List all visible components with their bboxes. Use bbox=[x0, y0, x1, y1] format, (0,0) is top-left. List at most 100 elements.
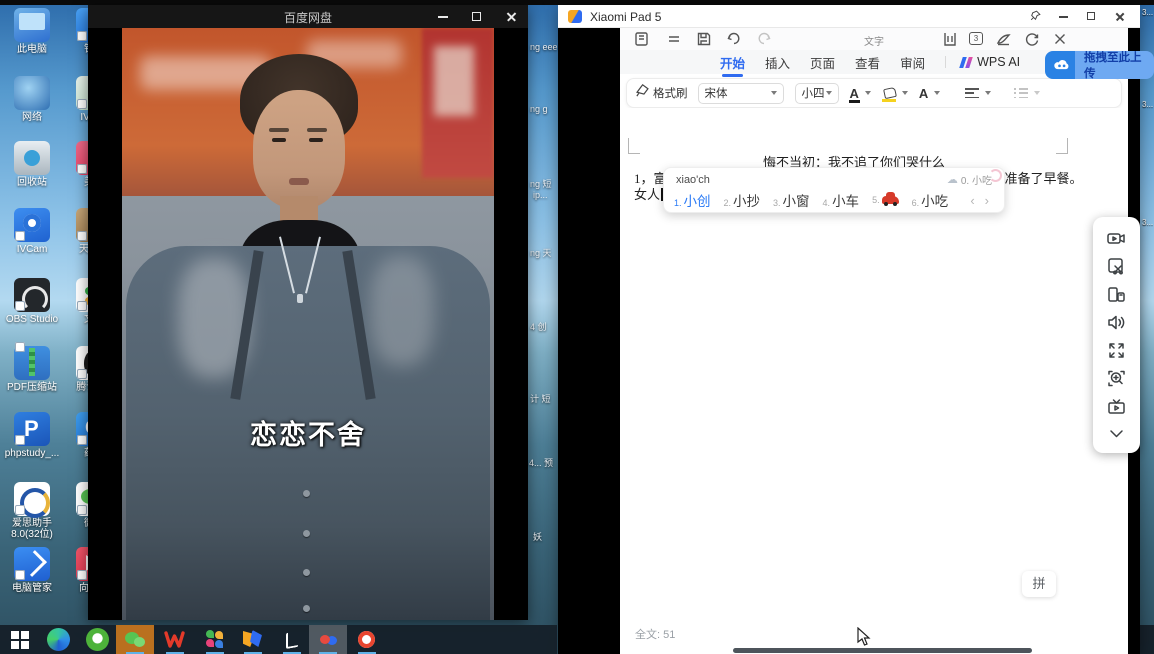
highlight-color-dropdown[interactable] bbox=[882, 88, 908, 99]
pad-title-bar[interactable]: Xiaomi Pad 5 bbox=[558, 5, 1140, 28]
char-effects-icon: A bbox=[919, 87, 928, 100]
xiaomi-pad-cast-window: Xiaomi Pad 5 文字 bbox=[558, 5, 1140, 654]
taskbar-edge-icon[interactable] bbox=[47, 628, 70, 651]
tab-home[interactable]: 开始 bbox=[720, 53, 745, 72]
format-toolbar: 格式刷 宋体 小四 A A bbox=[626, 78, 1122, 108]
char-effects-dropdown[interactable]: A bbox=[919, 87, 940, 100]
ime-prev-page-icon[interactable]: ‹ bbox=[965, 193, 979, 208]
ime-composition: xiao'ch bbox=[676, 174, 710, 186]
document-body-line[interactable]: 女人 bbox=[634, 184, 663, 203]
share-sync-icon[interactable] bbox=[1024, 31, 1042, 47]
chevron-down-icon bbox=[934, 91, 940, 95]
font-name-dropdown[interactable]: 宋体 bbox=[698, 83, 784, 104]
folder-icon bbox=[14, 346, 50, 380]
format-painter-icon[interactable] bbox=[635, 83, 650, 103]
cloud-candidate-icon: ☁ bbox=[947, 173, 958, 186]
desktop-icon-network[interactable]: 网络 bbox=[0, 76, 64, 123]
icon-label-fragment: ng eee bbox=[530, 42, 558, 52]
ink-pen-icon[interactable] bbox=[996, 31, 1014, 47]
ime-logo-icon bbox=[989, 169, 1002, 182]
desktop-icon-aisi[interactable]: 爱思助手 8.0(32位) bbox=[0, 482, 64, 540]
tv-cast-icon[interactable] bbox=[1106, 396, 1127, 417]
font-size-dropdown[interactable]: 小四 bbox=[795, 83, 839, 104]
pin-button[interactable] bbox=[1022, 5, 1050, 28]
ivcam-icon bbox=[14, 208, 50, 242]
netdisk-upload-dropzone[interactable]: 拖拽至此上传 bbox=[1045, 51, 1154, 79]
font-color-icon: A bbox=[850, 87, 859, 100]
desktop-icon-phpstudy[interactable]: phpstudy_... bbox=[0, 412, 64, 459]
mobile-view-icon[interactable] bbox=[942, 31, 960, 47]
ime-candidate-car-emoji[interactable]: 5. bbox=[872, 195, 899, 205]
zoom-search-icon[interactable] bbox=[1106, 368, 1127, 389]
desktop-icon-guanjia[interactable]: 电脑管家 bbox=[0, 547, 64, 594]
desktop-icon-ivcam[interactable]: IVCam bbox=[0, 208, 64, 255]
ime-candidate[interactable]: 2.小抄 bbox=[724, 190, 761, 210]
record-video-icon[interactable] bbox=[1106, 228, 1127, 249]
icon-label-fragment: ng 天 bbox=[530, 246, 552, 259]
icon-label-fragment: 4 创 bbox=[530, 320, 547, 333]
alignment-dropdown[interactable] bbox=[965, 88, 991, 98]
ime-candidate[interactable]: 3.小窗 bbox=[773, 190, 810, 210]
minimize-button[interactable] bbox=[1050, 5, 1078, 28]
chevron-down-icon bbox=[771, 91, 777, 95]
video-content[interactable]: 恋恋不舍 bbox=[122, 28, 494, 620]
video-subtitle: 恋恋不舍 bbox=[122, 413, 494, 452]
baidu-netdisk-player-window: 百度网盘 恋恋不舍 bbox=[88, 5, 528, 620]
player-title-bar[interactable]: 百度网盘 bbox=[88, 5, 528, 28]
tab-page[interactable]: 页面 bbox=[810, 53, 835, 72]
icon-label-fragment: 妖 bbox=[533, 530, 542, 543]
speaker-icon[interactable] bbox=[1106, 312, 1127, 333]
chevron-down-icon bbox=[985, 91, 991, 95]
collapse-chevron-icon[interactable] bbox=[1106, 423, 1127, 444]
desktop-icon-pdf-zip[interactable]: PDF压缩站 bbox=[0, 346, 64, 393]
guanjia-icon bbox=[14, 547, 50, 581]
chevron-down-icon bbox=[902, 91, 908, 95]
tab-insert[interactable]: 插入 bbox=[765, 53, 790, 72]
icon-label-fragment: 4... 预 bbox=[529, 456, 553, 469]
taskbar-wechat-active[interactable] bbox=[116, 625, 154, 654]
cast-app-logo-icon bbox=[568, 10, 582, 23]
pinyin-mode-badge[interactable]: 拼 bbox=[1022, 571, 1056, 597]
tab-view[interactable]: 查看 bbox=[855, 53, 880, 72]
font-color-dropdown[interactable]: A bbox=[850, 87, 871, 100]
ime-candidate-popup: xiao'ch ☁ 0. 小吃 1.小创 2.小抄 3.小窗 4.小车 5. 6… bbox=[663, 167, 1005, 213]
desktop-icon-recycle-bin[interactable]: 回收站 bbox=[0, 141, 64, 188]
network-icon bbox=[14, 76, 50, 110]
upload-label: 拖拽至此上传 bbox=[1075, 51, 1154, 79]
phpstudy-icon bbox=[14, 412, 50, 446]
rotate-device-icon[interactable] bbox=[1106, 284, 1127, 305]
screen-clip-icon[interactable] bbox=[1106, 256, 1127, 277]
android-gesture-bar[interactable] bbox=[733, 648, 1032, 653]
start-button[interactable] bbox=[9, 628, 32, 651]
close-document-icon[interactable] bbox=[1052, 31, 1070, 47]
close-button[interactable] bbox=[494, 5, 528, 28]
ime-candidate[interactable]: 6.小吃 bbox=[912, 190, 949, 210]
maximize-button[interactable] bbox=[1078, 5, 1106, 28]
ime-next-page-icon[interactable]: › bbox=[980, 193, 994, 208]
tab-review[interactable]: 审阅 bbox=[900, 53, 925, 72]
format-painter-label[interactable]: 格式刷 bbox=[653, 85, 688, 101]
taskbar-360-browser-icon[interactable] bbox=[86, 628, 109, 651]
minimize-button[interactable] bbox=[426, 5, 460, 28]
list-dropdown[interactable] bbox=[1014, 88, 1040, 98]
desktop-icon-obs[interactable]: OBS Studio bbox=[0, 278, 64, 325]
desktop-icon-this-pc[interactable]: 此电脑 bbox=[0, 8, 64, 55]
ime-candidate[interactable]: 1.小创 bbox=[674, 190, 711, 210]
fullscreen-icon[interactable] bbox=[1106, 340, 1127, 361]
car-emoji-icon bbox=[882, 196, 899, 204]
cast-side-toolbar bbox=[1093, 217, 1140, 453]
chevron-down-icon bbox=[826, 91, 832, 95]
this-pc-icon bbox=[14, 8, 50, 42]
word-count-status: 全文: 51 bbox=[635, 626, 675, 642]
icon-label-fragment: ng g bbox=[530, 104, 548, 114]
maximize-button[interactable] bbox=[460, 5, 494, 28]
desktop-screen: 此电脑 网络 回收站 IVCam OBS Studio PDF压缩站 phpst… bbox=[0, 0, 1154, 654]
tab-wps-ai[interactable]: WPS AI bbox=[977, 55, 1020, 69]
taskbar-wps-icon[interactable] bbox=[163, 628, 186, 651]
page-number-icon[interactable]: 3 bbox=[969, 32, 983, 45]
ime-candidate[interactable]: 4.小车 bbox=[823, 190, 860, 210]
wps-app-bar: 文字 3 bbox=[620, 28, 1128, 50]
cloud-candidate[interactable]: 0. 小吃 bbox=[961, 172, 992, 187]
taskbar-baidu-netdisk[interactable] bbox=[309, 625, 347, 654]
close-button[interactable] bbox=[1106, 5, 1134, 28]
